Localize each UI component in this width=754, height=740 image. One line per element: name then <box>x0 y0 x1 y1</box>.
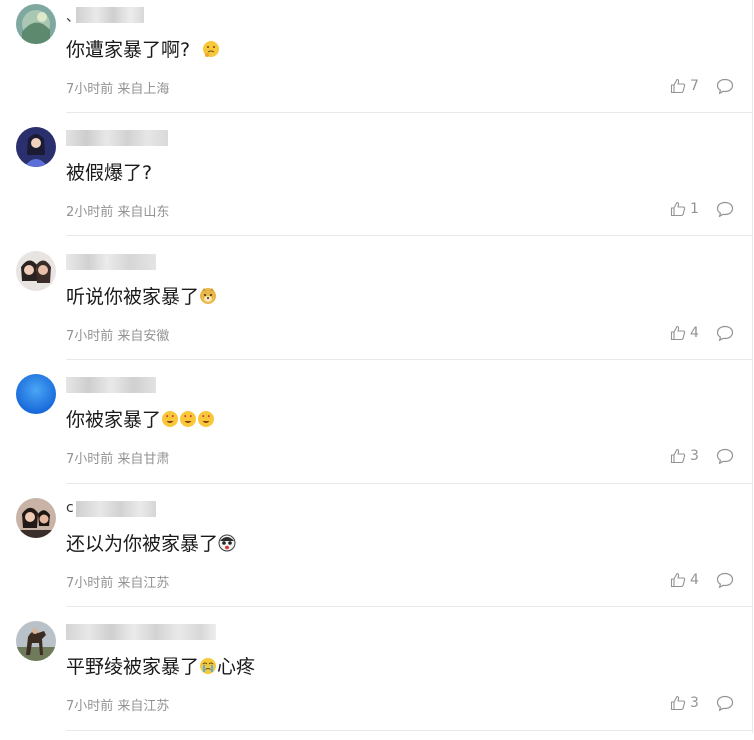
like-button[interactable]: 3 <box>670 694 699 712</box>
like-button[interactable]: 3 <box>670 447 699 465</box>
comment-bubble-icon[interactable] <box>716 325 734 342</box>
comment-text: 你遭家暴了啊? <box>66 37 220 63</box>
comment-meta: 7小时前 来自上海 <box>66 82 170 97</box>
shocked-face-emoji <box>218 534 236 552</box>
heart-eyes-emoji <box>180 411 197 427</box>
like-count: 4 <box>690 572 699 588</box>
comment-text-main: 被假爆了? <box>66 162 153 184</box>
thinking-face-emoji <box>203 41 220 57</box>
thumbs-up-icon <box>670 325 686 341</box>
like-count: 3 <box>690 695 699 711</box>
comment-text: 你被家暴了 <box>66 407 215 433</box>
divider <box>66 730 752 731</box>
divider <box>66 359 752 360</box>
comment-text: 还以为你被家暴了 <box>66 531 236 557</box>
comment-text: 平野绫被家暴了 心疼 <box>66 654 255 680</box>
divider <box>66 235 752 236</box>
comment-meta: 2小时前 来自山东 <box>66 205 170 220</box>
comment-item: 平野绫被家暴了 心疼 7小时前 来自江苏 3 <box>0 617 752 740</box>
comment-text: 听说你被家暴了 <box>66 284 217 310</box>
divider <box>66 606 752 607</box>
like-button[interactable]: 4 <box>670 324 699 342</box>
like-count: 4 <box>690 325 699 341</box>
comment-list: 、 你遭家暴了啊? 7小时前 来自上海 7 被假爆了? 2小时前 来自山东 1 … <box>0 0 753 733</box>
username[interactable] <box>66 622 218 642</box>
comment-item: 你被家暴了 7小时前 来自甘肃 3 <box>0 370 752 493</box>
comment-text-main: 平野绫被家暴了 <box>66 656 200 678</box>
avatar[interactable] <box>16 498 56 538</box>
comment-item: c 还以为你被家暴了 7小时前 来自江苏 4 <box>0 494 752 617</box>
like-button[interactable]: 4 <box>670 571 699 589</box>
thumbs-up-icon <box>670 695 686 711</box>
like-count: 7 <box>690 78 699 94</box>
avatar[interactable] <box>16 127 56 167</box>
comment-text-main: 你被家暴了 <box>66 409 162 431</box>
username-blur <box>76 7 144 23</box>
comment-meta: 7小时前 来自江苏 <box>66 699 170 714</box>
comment-text-main: 还以为你被家暴了 <box>66 533 219 555</box>
comment-meta: 7小时前 来自江苏 <box>66 576 170 591</box>
comment-bubble-icon[interactable] <box>716 572 734 589</box>
comment-meta: 7小时前 来自甘肃 <box>66 452 170 467</box>
avatar[interactable] <box>16 251 56 291</box>
avatar[interactable] <box>16 4 56 44</box>
heart-eyes-emoji <box>198 411 215 427</box>
username[interactable]: 、 <box>66 5 146 25</box>
username[interactable] <box>66 128 170 148</box>
like-button[interactable]: 7 <box>670 77 699 95</box>
heart-eyes-emoji <box>162 411 179 427</box>
username[interactable]: c <box>66 499 158 519</box>
like-count: 3 <box>690 448 699 464</box>
doge-emoji <box>200 288 217 304</box>
thumbs-up-icon <box>670 572 686 588</box>
comment-text-main: 你遭家暴了啊? <box>66 39 191 61</box>
username-blur <box>76 501 156 517</box>
username-blur <box>66 624 216 640</box>
username[interactable] <box>66 375 158 395</box>
comment-text-main: 听说你被家暴了 <box>66 286 200 308</box>
username-prefix: c <box>66 500 74 516</box>
username-blur <box>66 130 168 146</box>
thumbs-up-icon <box>670 448 686 464</box>
username-blur <box>66 377 156 393</box>
avatar[interactable] <box>16 621 56 661</box>
thumbs-up-icon <box>670 201 686 217</box>
comment-item: 听说你被家暴了 7小时前 来自安徽 4 <box>0 247 752 370</box>
avatar[interactable] <box>16 374 56 414</box>
comment-meta: 7小时前 来自安徽 <box>66 329 170 344</box>
comment-bubble-icon[interactable] <box>716 695 734 712</box>
username[interactable] <box>66 252 158 272</box>
comment-item: 、 你遭家暴了啊? 7小时前 来自上海 7 <box>0 0 752 123</box>
comment-text: 被假爆了? <box>66 160 152 186</box>
comment-bubble-icon[interactable] <box>716 201 734 218</box>
username-blur <box>66 254 156 270</box>
like-count: 1 <box>690 201 699 217</box>
divider <box>66 483 752 484</box>
thumbs-up-icon <box>670 78 686 94</box>
comment-text-suffix: 心疼 <box>217 656 256 678</box>
comment-bubble-icon[interactable] <box>716 448 734 465</box>
like-button[interactable]: 1 <box>670 200 699 218</box>
divider <box>66 112 752 113</box>
comment-item: 被假爆了? 2小时前 来自山东 1 <box>0 123 752 246</box>
crying-face-emoji <box>200 658 217 674</box>
comment-bubble-icon[interactable] <box>716 78 734 95</box>
